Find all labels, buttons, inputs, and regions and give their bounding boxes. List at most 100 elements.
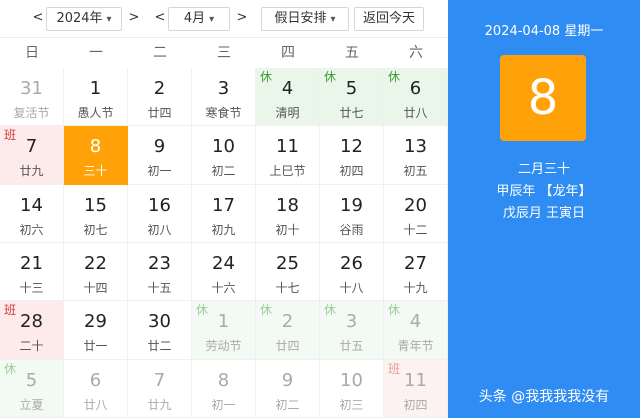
day-cell[interactable]: 休 3 廿五 — [320, 301, 384, 360]
day-lunar-label: 初二 — [211, 164, 236, 178]
day-number: 10 — [340, 370, 363, 391]
day-detail-panel: 2024-04-08 星期一 8 二月三十 甲辰年 【龙年】 戊辰月 王寅日 头… — [448, 0, 640, 418]
lunar-date: 二月三十 — [517, 162, 570, 177]
day-cell[interactable]: 休 4 青年节 — [384, 301, 448, 360]
day-cell[interactable]: 26 十八 — [320, 243, 384, 301]
day-cell[interactable]: 休 6 廿八 — [384, 68, 448, 126]
day-number: 6 — [89, 370, 102, 391]
day-cell[interactable]: 11 上巳节 — [256, 126, 320, 185]
day-lunar-label: 初五 — [403, 164, 428, 178]
day-number: 2 — [153, 78, 166, 99]
day-cell[interactable]: 22 十四 — [64, 243, 128, 301]
holiday-select-label: 假日安排 — [274, 11, 327, 26]
day-cell[interactable]: 9 初二 — [256, 360, 320, 418]
day-cell[interactable]: 休 1 劳动节 — [192, 301, 256, 360]
weekday-label: 日 — [25, 45, 39, 61]
day-cell[interactable]: 29 廿一 — [64, 301, 128, 360]
day-cell[interactable]: 班 28 二十 — [0, 301, 64, 360]
day-cell[interactable]: 休 5 廿七 — [320, 68, 384, 126]
day-lunar-label: 清明 — [275, 106, 300, 120]
holiday-select[interactable]: 假日安排 ▾ — [261, 7, 349, 31]
day-lunar-label: 初四 — [339, 164, 364, 178]
day-number: 9 — [281, 370, 294, 391]
day-lunar-label: 寒食节 — [205, 106, 242, 120]
day-lunar-label: 十三 — [19, 281, 44, 295]
selected-day-number: 8 — [500, 55, 586, 141]
day-cell[interactable]: 2 廿四 — [128, 68, 192, 126]
day-number: 3 — [345, 311, 358, 332]
year-select[interactable]: 2024年 ▾ — [46, 7, 122, 31]
day-cell[interactable]: 21 十三 — [0, 243, 64, 301]
day-cell[interactable]: 10 初三 — [320, 360, 384, 418]
day-cell[interactable]: 27 十九 — [384, 243, 448, 301]
day-number: 6 — [409, 78, 422, 99]
prev-year-button[interactable]: < — [28, 7, 48, 31]
day-number: 5 — [25, 370, 38, 391]
day-cell[interactable]: 30 廿二 — [128, 301, 192, 360]
day-lunar-label: 廿四 — [275, 339, 300, 353]
day-cell[interactable]: 休 4 清明 — [256, 68, 320, 126]
day-cell[interactable]: 16 初八 — [128, 185, 192, 243]
day-cell[interactable]: 班 11 初四 — [384, 360, 448, 418]
day-lunar-label: 十七 — [275, 281, 300, 295]
day-cell[interactable]: 6 廿八 — [64, 360, 128, 418]
day-number: 13 — [404, 136, 427, 157]
day-number: 1 — [89, 78, 102, 99]
day-number: 7 — [25, 136, 38, 157]
day-number: 3 — [217, 78, 230, 99]
day-cell[interactable]: 9 初一 — [128, 126, 192, 185]
day-cell[interactable]: 20 十二 — [384, 185, 448, 243]
chevron-down-icon: ▾ — [106, 14, 112, 25]
day-lunar-label: 初四 — [403, 398, 428, 412]
day-cell[interactable]: 25 十七 — [256, 243, 320, 301]
day-cell-today[interactable]: 8 三十 — [64, 126, 128, 185]
day-cell[interactable]: 班 7 廿九 — [0, 126, 64, 185]
day-cell[interactable]: 31 复活节 — [0, 68, 64, 126]
day-cell[interactable]: 休 5 立夏 — [0, 360, 64, 418]
day-cell[interactable]: 7 廿九 — [128, 360, 192, 418]
ganzhi-month-day: 戊辰月 王寅日 — [502, 206, 586, 221]
day-lunar-label: 上巳节 — [269, 164, 306, 178]
prev-month-button[interactable]: < — [150, 7, 170, 31]
day-lunar-label: 复活节 — [13, 106, 50, 120]
day-cell[interactable]: 3 寒食节 — [192, 68, 256, 126]
day-lunar-label: 十九 — [403, 281, 428, 295]
day-number: 31 — [20, 78, 43, 99]
weekday-label: 五 — [345, 45, 359, 61]
next-year-button[interactable]: > — [124, 7, 144, 31]
day-cell[interactable]: 15 初七 — [64, 185, 128, 243]
day-number: 15 — [84, 195, 107, 216]
day-lunar-label: 初十 — [275, 223, 300, 237]
weekday-label: 二 — [153, 45, 167, 61]
day-cell[interactable]: 13 初五 — [384, 126, 448, 185]
month-select[interactable]: 4月 ▾ — [168, 7, 230, 31]
day-cell[interactable]: 23 十五 — [128, 243, 192, 301]
day-lunar-label: 十六 — [211, 281, 236, 295]
day-number: 28 — [20, 311, 43, 332]
day-number: 8 — [217, 370, 230, 391]
day-lunar-label: 廿一 — [83, 339, 108, 353]
day-cell[interactable]: 17 初九 — [192, 185, 256, 243]
day-cell[interactable]: 12 初四 — [320, 126, 384, 185]
day-number: 2 — [281, 311, 294, 332]
day-lunar-label: 十五 — [147, 281, 172, 295]
day-cell[interactable]: 休 2 廿四 — [256, 301, 320, 360]
year-select-label: 2024年 — [56, 11, 103, 26]
day-cell[interactable]: 8 初一 — [192, 360, 256, 418]
day-lunar-label: 劳动节 — [205, 339, 242, 353]
weekday-label: 一 — [89, 45, 103, 61]
day-number: 12 — [340, 136, 363, 157]
day-cell[interactable]: 24 十六 — [192, 243, 256, 301]
day-cell[interactable]: 10 初二 — [192, 126, 256, 185]
day-cell[interactable]: 18 初十 — [256, 185, 320, 243]
day-number: 14 — [20, 195, 43, 216]
day-lunar-label: 廿八 — [403, 106, 428, 120]
next-month-button[interactable]: > — [232, 7, 252, 31]
weekday-label: 四 — [281, 45, 295, 61]
weekday-header: 日 一 二 三 四 五 六 — [0, 38, 448, 68]
day-cell[interactable]: 19 谷雨 — [320, 185, 384, 243]
day-lunar-label: 十二 — [403, 223, 428, 237]
day-cell[interactable]: 14 初六 — [0, 185, 64, 243]
day-cell[interactable]: 1 愚人节 — [64, 68, 128, 126]
back-to-today-button[interactable]: 返回今天 — [354, 7, 424, 31]
